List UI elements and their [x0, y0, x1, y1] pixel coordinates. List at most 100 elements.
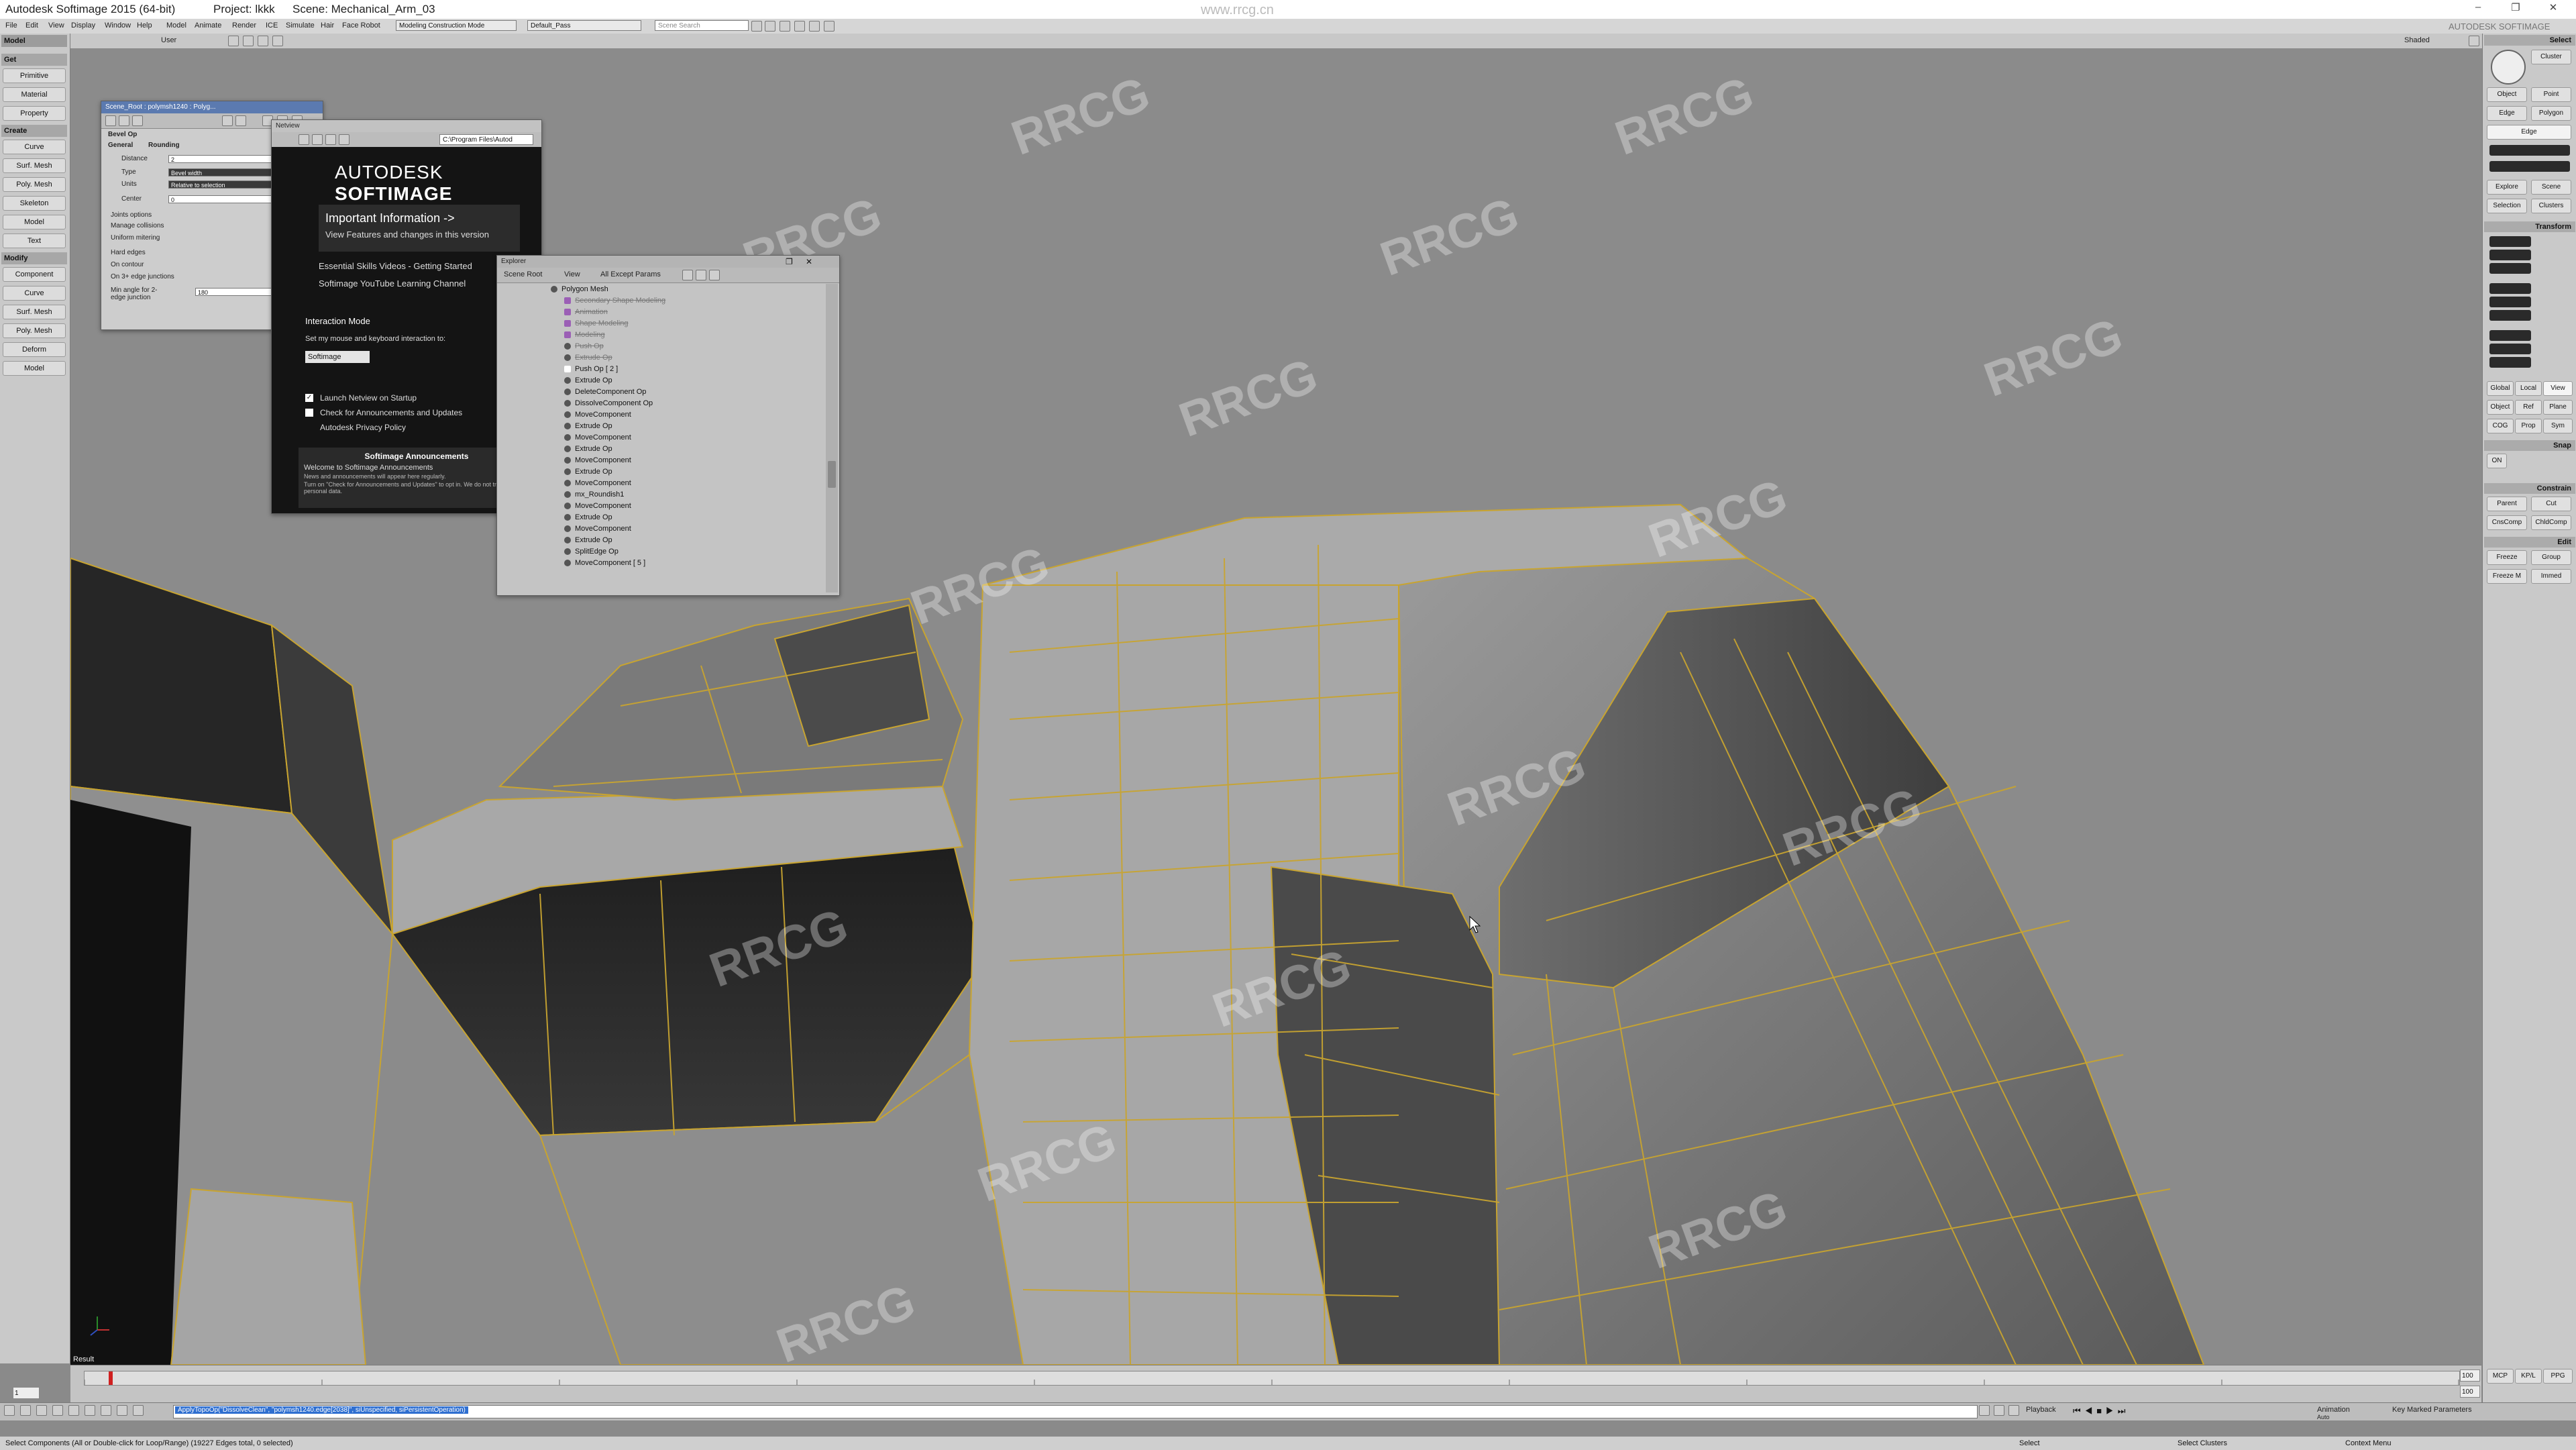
minimize-button[interactable]: –: [2465, 1, 2491, 16]
explorer-scrollbar[interactable]: [826, 284, 838, 592]
view-button[interactable]: View: [2543, 381, 2573, 396]
rotate-x-field[interactable]: [2489, 283, 2531, 294]
filter-icon[interactable]: [765, 21, 775, 32]
close-window-button[interactable]: ✕: [2540, 1, 2567, 16]
modify-curve-button[interactable]: Curve: [3, 286, 66, 301]
layout-icon[interactable]: [4, 1405, 15, 1416]
scale-x-field[interactable]: [2489, 236, 2531, 247]
modify-component-button[interactable]: Component: [3, 267, 66, 282]
translate-y-field[interactable]: [2489, 344, 2531, 354]
script-editor-icon[interactable]: [1979, 1405, 1990, 1416]
timeline[interactable]: 1 100 100: [13, 1365, 2481, 1403]
parent-button[interactable]: Parent: [2487, 497, 2527, 511]
arrow-right-icon[interactable]: [132, 115, 143, 126]
interaction-mode-select[interactable]: Softimage: [305, 351, 370, 363]
chldcomp-button[interactable]: ChldComp: [2531, 515, 2571, 530]
snap-on-button[interactable]: ON: [2487, 454, 2507, 468]
timeline-end-field-2[interactable]: 100: [2460, 1386, 2480, 1398]
polygon-select-button[interactable]: Polygon: [2531, 106, 2571, 121]
object-select-button[interactable]: Object: [2487, 87, 2527, 102]
tree-item[interactable]: mx_Roundish1: [564, 489, 624, 501]
videos-link[interactable]: Essential Skills Videos - Getting Starte…: [319, 261, 472, 271]
key-marked-parameters[interactable]: Key Marked Parameters: [2392, 1406, 2472, 1414]
modify-deform-button[interactable]: Deform: [3, 342, 66, 357]
ref-button[interactable]: Ref: [2515, 400, 2542, 415]
local-button[interactable]: Local: [2515, 381, 2542, 396]
tree-item[interactable]: DeleteComponent Op: [564, 386, 646, 398]
loop-icon[interactable]: [2008, 1405, 2019, 1416]
menu-hair[interactable]: Hair: [321, 21, 334, 30]
maximize-viewport-icon[interactable]: [2469, 36, 2479, 46]
layout-icon[interactable]: [52, 1405, 63, 1416]
bevel-op-header[interactable]: Bevel Op: [108, 131, 137, 138]
scrollbar-thumb[interactable]: [828, 461, 836, 488]
select-arrow-icon[interactable]: [2491, 50, 2526, 85]
explorer-restore-icon[interactable]: ❐: [786, 257, 793, 266]
layout-icon[interactable]: [101, 1405, 111, 1416]
load-preset-icon[interactable]: [222, 115, 233, 126]
layout-icon[interactable]: [117, 1405, 127, 1416]
edge-select-button[interactable]: Edge: [2487, 106, 2527, 121]
arrow-left-icon[interactable]: [119, 115, 129, 126]
tree-item[interactable]: MoveComponent [ 5 ]: [564, 558, 645, 569]
back-icon[interactable]: [299, 134, 309, 145]
translate-x-field[interactable]: [2489, 330, 2531, 341]
tree-item[interactable]: MoveComponent: [564, 501, 631, 512]
tree-item[interactable]: Push Op: [564, 341, 604, 352]
important-info-link[interactable]: Important Information ->: [319, 205, 520, 225]
lock-icon[interactable]: [105, 115, 116, 126]
mcp-tab[interactable]: MCP: [2487, 1369, 2514, 1384]
menu-render[interactable]: Render: [232, 21, 256, 30]
explorer-scope-combo[interactable]: Scene Root: [504, 270, 542, 278]
menu-face-robot[interactable]: Face Robot: [342, 21, 380, 30]
material-button[interactable]: Material: [3, 87, 66, 102]
tree-item[interactable]: MoveComponent: [564, 523, 631, 535]
save-preset-icon[interactable]: [235, 115, 246, 126]
distance-field[interactable]: 2: [168, 155, 276, 163]
toolbar-mode-label[interactable]: Model: [1, 35, 67, 47]
timeline-track[interactable]: [84, 1371, 2460, 1386]
point-select-button[interactable]: Point: [2531, 87, 2571, 102]
property-button[interactable]: Property: [3, 106, 66, 121]
menu-animate[interactable]: Animate: [195, 21, 221, 30]
lock-icon[interactable]: [794, 21, 805, 32]
tree-item[interactable]: Secondary Shape Modeling: [564, 295, 665, 307]
timeline-start-field[interactable]: 1: [13, 1387, 40, 1399]
selection-button[interactable]: Selection: [2487, 199, 2527, 213]
settings-icon[interactable]: [809, 21, 820, 32]
modify-poly-mesh-button[interactable]: Poly. Mesh: [3, 323, 66, 338]
view-icon[interactable]: [258, 36, 268, 46]
tree-item[interactable]: MoveComponent: [564, 432, 631, 444]
translate-z-field[interactable]: [2489, 357, 2531, 368]
group-button[interactable]: Group: [2531, 550, 2571, 565]
menu-model[interactable]: Model: [166, 21, 186, 30]
camera-user-combo[interactable]: User: [161, 36, 176, 44]
eye-icon[interactable]: [228, 36, 239, 46]
menu-view[interactable]: View: [48, 21, 64, 30]
display-icon[interactable]: [272, 36, 283, 46]
create-model-button[interactable]: Model: [3, 215, 66, 229]
tree-item[interactable]: MoveComponent: [564, 409, 631, 421]
tree-item[interactable]: Extrude Op: [564, 375, 612, 386]
playback-controls[interactable]: ⏮◀■▶⏭: [2073, 1406, 2129, 1416]
tree-item[interactable]: Extrude Op: [564, 466, 612, 478]
menu-edit[interactable]: Edit: [25, 21, 38, 30]
create-surf-mesh-button[interactable]: Surf. Mesh: [3, 158, 66, 173]
explorer-close-icon[interactable]: ✕: [806, 257, 812, 266]
joints-options-label[interactable]: Joints options: [111, 211, 152, 219]
layout-combo[interactable]: Modeling Construction Mode: [396, 20, 517, 31]
create-curve-button[interactable]: Curve: [3, 140, 66, 154]
forward-icon[interactable]: [312, 134, 323, 145]
create-text-button[interactable]: Text: [3, 234, 66, 248]
privacy-link[interactable]: Autodesk Privacy Policy: [320, 423, 406, 432]
primitive-button[interactable]: Primitive: [3, 68, 66, 83]
kp-l-tab[interactable]: KP/L: [2515, 1369, 2542, 1384]
tree-item[interactable]: MoveComponent: [564, 478, 631, 489]
scene-button[interactable]: Scene: [2531, 180, 2571, 195]
menu-ice[interactable]: ICE: [266, 21, 278, 30]
cnscomp-button[interactable]: CnsComp: [2487, 515, 2527, 530]
restore-button[interactable]: ❐: [2502, 1, 2529, 16]
plane-button[interactable]: Plane: [2543, 400, 2573, 415]
tree-item[interactable]: Extrude Op: [564, 352, 612, 364]
cut-button[interactable]: Cut: [2531, 497, 2571, 511]
